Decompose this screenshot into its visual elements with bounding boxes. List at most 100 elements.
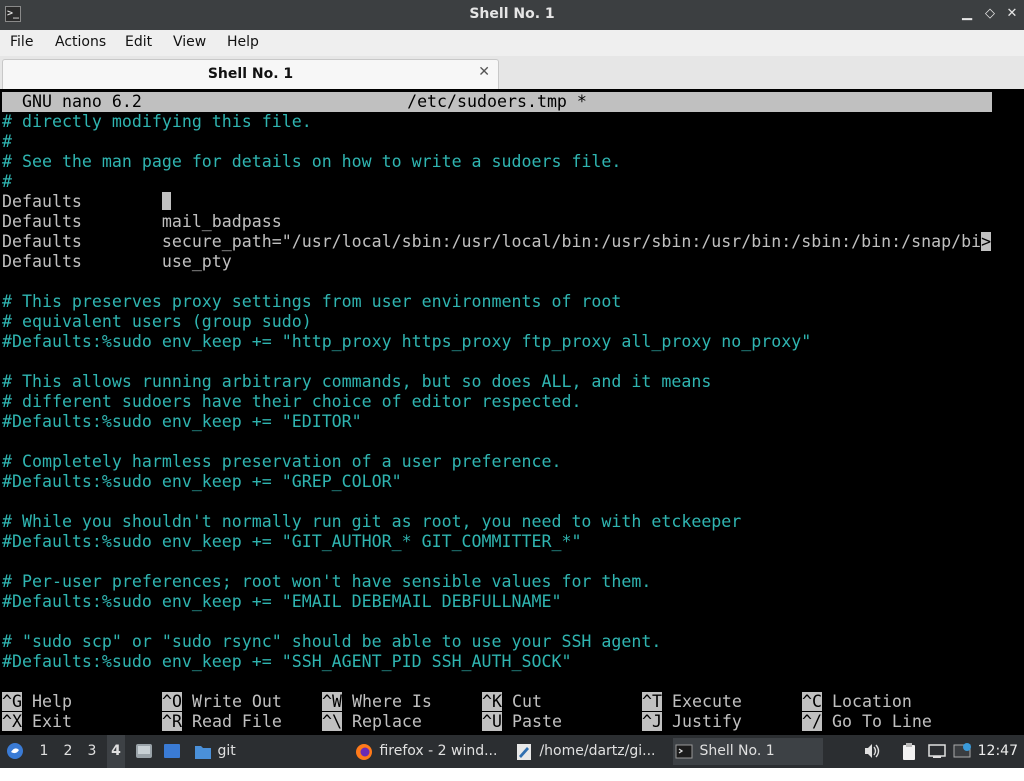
shortcut-key: ^X <box>2 712 22 731</box>
task-git[interactable]: git <box>193 738 343 765</box>
text-cursor <box>161 192 171 210</box>
nano-editor-buffer[interactable]: # directly modifying this file. # # See th… <box>2 112 992 682</box>
shortcut-label: Paste <box>511 712 562 731</box>
editor-line[interactable]: #Defaults:%sudo env_keep += "SSH_AGENT_P… <box>2 652 992 672</box>
shortcut-location[interactable]: ^C Location <box>802 692 912 712</box>
editor-line[interactable]: # <box>2 172 992 192</box>
workspace-4[interactable]: 4 <box>107 735 125 768</box>
shortcut-replace[interactable]: ^\ Replace <box>322 712 422 732</box>
line-text: # "sudo scp" or "sudo rsync" should be a… <box>2 632 662 651</box>
shortcut-paste[interactable]: ^U Paste <box>482 712 562 732</box>
shortcut-justify[interactable]: ^J Justify <box>642 712 742 732</box>
editor-line[interactable]: #Defaults:%sudo env_keep += "EDITOR" <box>2 412 992 432</box>
line-text: #Defaults:%sudo env_keep += "GIT_AUTHOR_… <box>2 532 582 551</box>
clipboard-icon[interactable] <box>900 743 918 760</box>
shortcut-cut[interactable]: ^K Cut <box>482 692 542 712</box>
nano-shortcut-bar: ^G Help ^O Write Out ^W Where Is ^K Cut ^T E… <box>2 692 1002 732</box>
shortcut-key: ^O <box>162 692 182 711</box>
editor-line[interactable]: # directly modifying this file. <box>2 112 992 132</box>
editor-line[interactable]: # equivalent users (group sudo) <box>2 312 992 332</box>
task-label: firefox - 2 wind... <box>379 743 498 759</box>
editor-line[interactable] <box>2 352 992 372</box>
editor-line[interactable]: Defaults secure_path="/usr/local/sbin:/u… <box>2 232 992 252</box>
shortcut-help[interactable]: ^G Help <box>2 692 72 712</box>
maximize-icon[interactable]: ◇ <box>981 5 999 23</box>
text-editor-icon <box>517 744 531 760</box>
editor-line[interactable]: #Defaults:%sudo env_keep += "GIT_AUTHOR_… <box>2 532 992 552</box>
menu-view[interactable]: View <box>173 34 206 50</box>
tab-label: Shell No. 1 <box>207 66 294 82</box>
shortcut-write-out[interactable]: ^O Write Out <box>162 692 282 712</box>
editor-line[interactable]: # This allows running arbitrary commands… <box>2 372 992 392</box>
shortcut-label: Where Is <box>351 692 432 711</box>
editor-line[interactable]: #Defaults:%sudo env_keep += "EMAIL DEBEM… <box>2 592 992 612</box>
editor-line[interactable]: #Defaults:%sudo env_keep += "http_proxy … <box>2 332 992 352</box>
line-text: Defaults mail_badpass <box>2 212 282 231</box>
editor-line[interactable]: # Per-user preferences; root won't have … <box>2 572 992 592</box>
shortcut-read-file[interactable]: ^R Read File <box>162 712 282 732</box>
editor-line[interactable] <box>2 612 992 632</box>
show-desktop-icon[interactable] <box>133 735 155 768</box>
line-text: # See the man page for details on how to… <box>2 152 622 171</box>
task-label: git <box>217 743 236 759</box>
editor-line[interactable]: # Completely harmless preservation of a … <box>2 452 992 472</box>
line-text: Defaults <box>2 192 162 211</box>
menu-file[interactable]: File <box>10 34 33 50</box>
line-text: #Defaults:%sudo env_keep += "SSH_AGENT_P… <box>2 652 572 671</box>
editor-line[interactable]: # "sudo scp" or "sudo rsync" should be a… <box>2 632 992 652</box>
menu-actions[interactable]: Actions <box>55 34 106 50</box>
shortcut-where-is[interactable]: ^W Where Is <box>322 692 432 712</box>
task-firefox[interactable]: firefox - 2 wind... <box>353 738 503 765</box>
task-text-editor[interactable]: /home/dartz/gi... <box>513 738 663 765</box>
workspace-1[interactable]: 1 <box>35 735 53 768</box>
clock[interactable]: 12:47 <box>978 735 1018 768</box>
tab-close-icon[interactable]: ✕ <box>478 64 490 80</box>
line-text: # While you shouldn't normally run git a… <box>2 512 742 531</box>
line-text: # Completely harmless preservation of a … <box>2 452 562 471</box>
update-notifier-icon[interactable] <box>953 743 971 759</box>
editor-line[interactable] <box>2 272 992 292</box>
editor-line[interactable] <box>2 432 992 452</box>
shortcut-key: ^T <box>642 692 662 711</box>
tab-bar: Shell No. 1 ✕ <box>0 56 1024 90</box>
editor-line[interactable]: Defaults mail_badpass <box>2 212 992 232</box>
menu-edit[interactable]: Edit <box>125 34 152 50</box>
editor-line[interactable]: # While you shouldn't normally run git a… <box>2 512 992 532</box>
shortcut-go-to-line[interactable]: ^/ Go To Line <box>802 712 932 732</box>
editor-line[interactable]: # different sudoers have their choice of… <box>2 392 992 412</box>
shortcut-label: Cut <box>511 692 542 711</box>
shortcut-label: Write Out <box>191 692 282 711</box>
volume-icon[interactable] <box>863 743 881 759</box>
editor-line[interactable]: # <box>2 132 992 152</box>
editor-line[interactable] <box>2 552 992 572</box>
shortcut-key: ^\ <box>322 712 342 731</box>
workspace-3[interactable]: 3 <box>83 735 101 768</box>
shortcut-execute[interactable]: ^T Execute <box>642 692 742 712</box>
shortcut-key: ^J <box>642 712 662 731</box>
editor-line[interactable]: # See the man page for details on how to… <box>2 152 992 172</box>
editor-line[interactable]: Defaults use_pty <box>2 252 992 272</box>
shortcut-label: Help <box>31 692 72 711</box>
network-icon[interactable] <box>927 743 946 759</box>
line-text: #Defaults:%sudo env_keep += "EDITOR" <box>2 412 362 431</box>
close-icon[interactable]: ✕ <box>1003 5 1021 23</box>
editor-line[interactable] <box>2 492 992 512</box>
editor-line[interactable]: # This preserves proxy settings from use… <box>2 292 992 312</box>
workspace-2[interactable]: 2 <box>59 735 77 768</box>
editor-line[interactable]: #Defaults:%sudo env_keep += "GREP_COLOR" <box>2 472 992 492</box>
minimize-icon[interactable]: ▁ <box>958 5 976 23</box>
menu-help[interactable]: Help <box>227 34 259 50</box>
terminal-area[interactable]: GNU nano 6.2 /etc/sudoers.tmp * # direct… <box>0 89 1024 735</box>
shortcut-key: ^C <box>802 692 822 711</box>
window-switch-icon[interactable] <box>161 735 183 768</box>
task-shell-no-1[interactable]: Shell No. 1 <box>673 738 823 765</box>
shortcut-label: Replace <box>351 712 422 731</box>
window-title: Shell No. 1 <box>469 6 555 22</box>
editor-line[interactable]: Defaults <box>2 192 992 212</box>
line-text: # This preserves proxy settings from use… <box>2 292 622 311</box>
terminal-icon <box>675 744 693 759</box>
line-text: # different sudoers have their choice of… <box>2 392 582 411</box>
tab-shell-no-1[interactable]: Shell No. 1 ✕ <box>2 59 499 89</box>
shortcut-exit[interactable]: ^X Exit <box>2 712 72 732</box>
start-menu-icon[interactable] <box>4 735 26 768</box>
